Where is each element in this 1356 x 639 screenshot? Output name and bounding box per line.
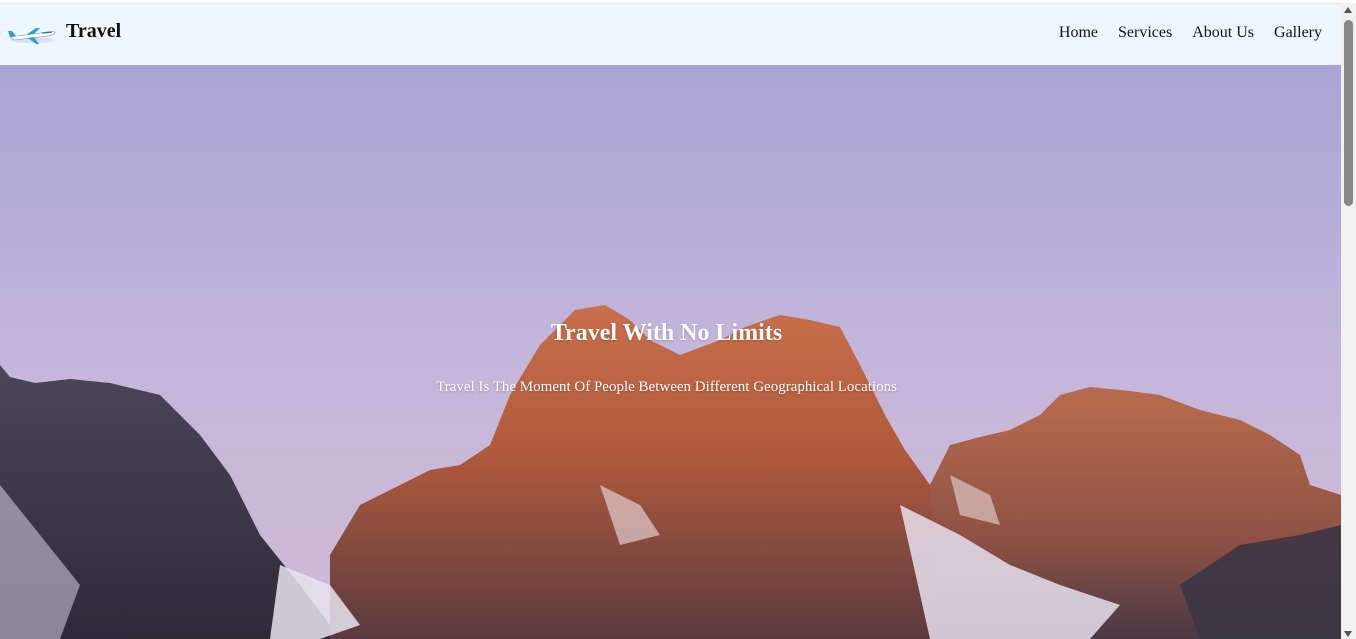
nav-gallery-link[interactable]: Gallery	[1274, 24, 1322, 42]
nav-menu: Home Services About Us Gallery	[1059, 24, 1322, 42]
hero-title: Travel With No Limits	[550, 320, 783, 346]
scroll-down-arrow-icon[interactable]	[1344, 631, 1352, 637]
scroll-up-arrow-icon[interactable]	[1344, 7, 1352, 13]
top-navbar: Travel Home Services About Us Gallery	[0, 3, 1341, 65]
hero-subtitle: Travel Is The Moment Of People Between D…	[436, 379, 897, 395]
nav-services-link[interactable]: Services	[1118, 24, 1172, 42]
nav-home-link[interactable]: Home	[1059, 24, 1098, 42]
page-scrollbar[interactable]	[1341, 3, 1356, 639]
hero-section: Travel With No Limits Travel Is The Mome…	[0, 65, 1341, 639]
brand-name[interactable]: Travel	[66, 20, 121, 43]
page: Travel Home Services About Us Gallery Tr…	[0, 0, 1356, 639]
airplane-icon[interactable]	[6, 20, 58, 48]
mountain-background-image	[0, 305, 1341, 639]
nav-about-link[interactable]: About Us	[1192, 24, 1254, 42]
scrollbar-thumb[interactable]	[1344, 20, 1353, 206]
